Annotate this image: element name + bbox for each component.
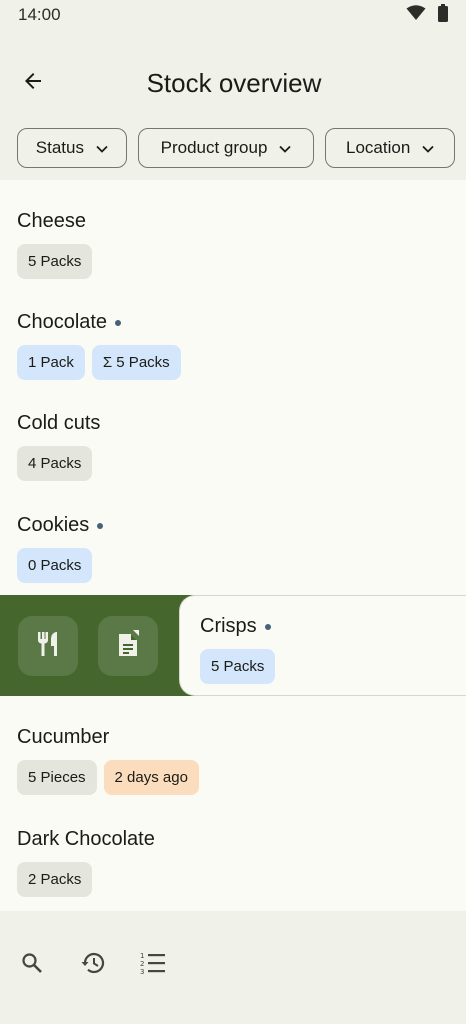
amount-badge: 4 Packs: [17, 446, 93, 481]
location-filter-chip[interactable]: Location: [325, 128, 455, 168]
history-button[interactable]: [71, 943, 115, 987]
badge-row: 5 Packs: [17, 244, 449, 279]
status-dot: [115, 320, 122, 326]
cutlery-icon: [35, 630, 61, 663]
list-item-crisps[interactable]: Crisps 5 Packs: [179, 595, 466, 696]
amount-badge: 5 Pieces: [17, 760, 97, 795]
filter-row: Status Product group Location: [17, 128, 455, 168]
arrow-back-icon: [21, 69, 45, 98]
item-name: Cold cuts: [17, 411, 101, 434]
status-dot: [97, 523, 104, 529]
search-button[interactable]: [10, 943, 54, 987]
item-name: Chocolate: [17, 310, 108, 333]
status-icons: [406, 3, 448, 27]
open-product-action-button[interactable]: [98, 616, 158, 676]
badge-row: 0 Packs: [17, 548, 449, 583]
item-name: Cheese: [17, 209, 86, 232]
list-item-cold-cuts[interactable]: Cold cuts 4 Packs: [0, 382, 466, 483]
svg-text:3: 3: [140, 968, 144, 975]
battery-icon: [438, 3, 448, 27]
status-dot: [264, 624, 271, 630]
item-name-row: Cold cuts: [17, 411, 449, 435]
wifi-icon: [406, 4, 426, 26]
amount-badge: 2 Packs: [17, 862, 93, 897]
consume-action-button[interactable]: [18, 616, 78, 676]
page-title: Stock overview: [146, 67, 322, 98]
status-bar: 14:00: [0, 0, 466, 30]
back-button[interactable]: [11, 61, 55, 105]
chevron-down-icon: [422, 138, 434, 158]
top-app-bar: Stock overview: [0, 52, 466, 114]
svg-text:2: 2: [140, 960, 144, 968]
item-name: Cookies: [17, 513, 90, 536]
list-numbered-icon: 1 2 3: [140, 951, 166, 980]
badge-row: 5 Pieces 2 days ago: [17, 760, 449, 795]
item-name: Dark Chocolate: [17, 827, 155, 850]
chevron-down-icon: [279, 138, 292, 158]
badge-row: 2 Packs: [17, 862, 449, 897]
amount-badge: 5 Packs: [17, 244, 93, 279]
master-data-list-button[interactable]: 1 2 3: [131, 943, 175, 987]
list-item-chocolate[interactable]: Chocolate 1 Pack Σ 5 Packs: [0, 281, 466, 382]
badge-row: 1 Pack Σ 5 Packs: [17, 345, 449, 380]
amount-badge: 5 Packs: [200, 649, 276, 684]
chip-label: Status: [35, 138, 84, 157]
swipe-row-crisps[interactable]: Crisps 5 Packs: [0, 595, 466, 696]
status-filter-chip[interactable]: Status: [17, 128, 127, 168]
item-name-row: Chocolate: [17, 310, 449, 334]
list-item-cheese[interactable]: Cheese 5 Packs: [0, 180, 466, 281]
list-item-cookies[interactable]: Cookies 0 Packs: [0, 484, 466, 585]
search-icon: [20, 951, 44, 980]
status-time: 14:00: [18, 5, 61, 24]
amount-badge: 0 Packs: [17, 548, 93, 583]
badge-row: 4 Packs: [17, 446, 449, 481]
item-name-row: Cookies: [17, 513, 449, 537]
bottom-app-bar: 1 2 3: [0, 911, 466, 1024]
item-name-row: Cucumber: [17, 725, 449, 749]
open-product-icon: [116, 629, 140, 663]
item-name-row: Dark Chocolate: [17, 827, 449, 851]
stock-list[interactable]: Cheese 5 Packs Chocolate 1 Pack Σ 5 Pack…: [0, 180, 466, 911]
aggregated-amount-badge: Σ 5 Packs: [91, 345, 181, 380]
item-name-row: Cheese: [17, 209, 449, 233]
chip-label: Location: [346, 138, 411, 157]
product-group-filter-chip[interactable]: Product group: [137, 128, 315, 168]
list-item-cucumber[interactable]: Cucumber 5 Pieces 2 days ago: [0, 696, 466, 797]
svg-text:1: 1: [140, 952, 144, 960]
due-date-badge: 2 days ago: [103, 760, 199, 795]
list-item-dark-chocolate[interactable]: Dark Chocolate 2 Packs: [0, 798, 466, 899]
chip-label: Product group: [160, 138, 268, 157]
item-name-row: Crisps: [200, 614, 466, 638]
item-name: Cucumber: [17, 725, 110, 748]
badge-row: 5 Packs: [200, 649, 466, 684]
amount-badge: 1 Pack: [17, 345, 85, 380]
chevron-down-icon: [96, 138, 108, 158]
item-name: Crisps: [200, 614, 257, 637]
history-icon: [80, 951, 106, 980]
